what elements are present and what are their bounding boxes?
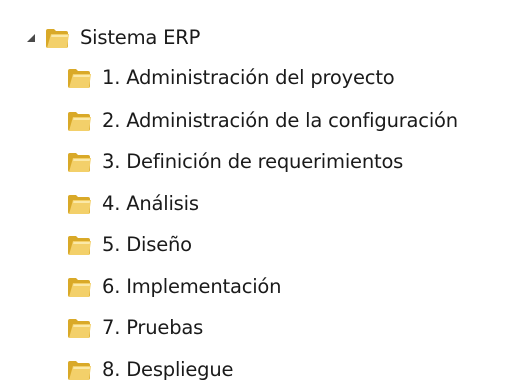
folder-icon	[68, 278, 91, 297]
tree-node-implementacion[interactable]: 6. Implementación	[66, 270, 282, 304]
tree-node-administracion-proyecto[interactable]: 1. Administración del proyecto	[66, 61, 395, 95]
folder-icon	[68, 319, 91, 338]
tree-node-label: 2. Administración de la configuración	[102, 109, 458, 132]
tree-node-label: 5. Diseño	[102, 233, 192, 256]
tree-node-label: 7. Pruebas	[102, 316, 204, 339]
tree-node-label: 4. Análisis	[102, 192, 199, 215]
tree-node-despliegue[interactable]: 8. Despliegue	[66, 353, 234, 387]
tree-node-definicion-requerimientos[interactable]: 3. Definición de requerimientos	[66, 145, 403, 179]
tree-node-sistema-erp[interactable]: Sistema ERP	[24, 21, 200, 55]
folder-icon	[68, 69, 91, 88]
tree-node-administracion-configuracion[interactable]: 2. Administración de la configuración	[66, 104, 458, 138]
tree-node-label: 1. Administración del proyecto	[102, 66, 395, 89]
tree-node-label: 8. Despliegue	[102, 358, 234, 381]
folder-icon	[68, 112, 91, 131]
folder-icon	[68, 236, 91, 255]
folder-tree: Sistema ERP 1. Administración del proyec…	[0, 0, 514, 386]
tree-node-label: 6. Implementación	[102, 275, 282, 298]
folder-icon	[68, 153, 91, 172]
tree-node-pruebas[interactable]: 7. Pruebas	[66, 311, 203, 345]
tree-node-diseno[interactable]: 5. Diseño	[66, 228, 192, 262]
tree-node-label: 3. Definición de requerimientos	[102, 150, 404, 173]
folder-icon	[68, 195, 91, 214]
tree-node-label: Sistema ERP	[80, 26, 201, 49]
expanded-triangle-icon[interactable]	[24, 31, 38, 45]
tree-node-analisis[interactable]: 4. Análisis	[66, 187, 199, 221]
folder-icon	[46, 29, 69, 48]
folder-icon	[68, 361, 91, 380]
